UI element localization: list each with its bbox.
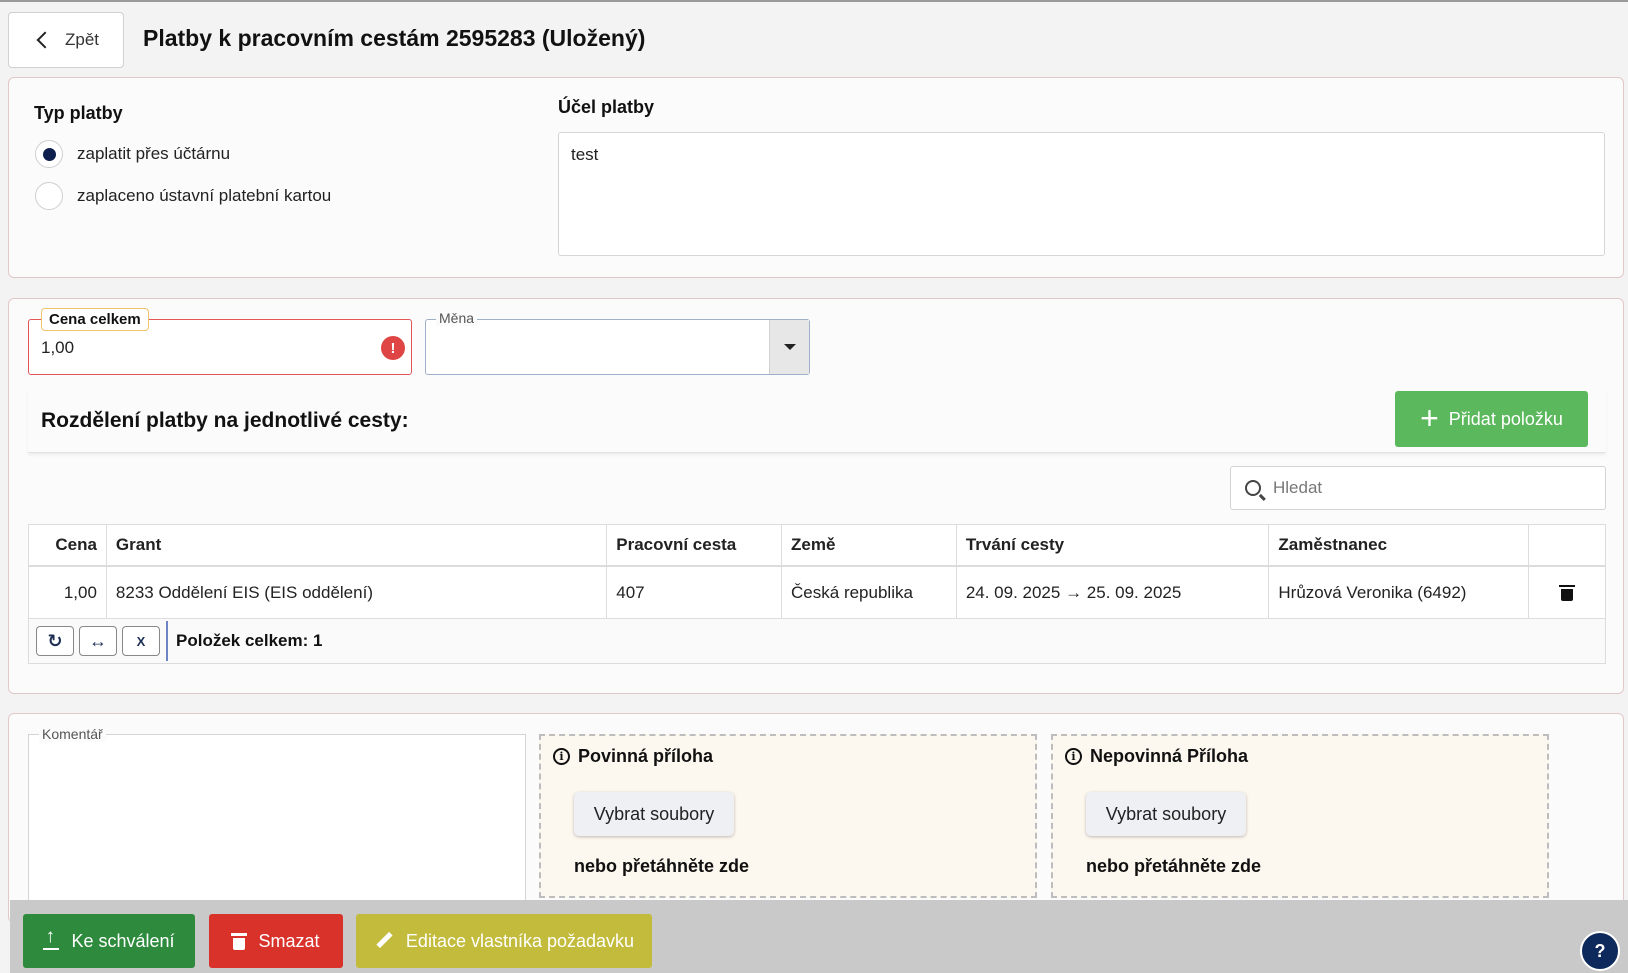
optional-attachment-title: Nepovinná Příloha [1090,746,1249,766]
table-row[interactable]: 1,00 8233 Oddělení EIS (EIS oddělení) 40… [29,567,1605,619]
cell-cesta: 407 [607,567,783,618]
cell-zamestnanec: Hrůzová Veronika (6492) [1269,567,1530,618]
cell-cena: 1,00 [29,567,107,618]
cell-grant: 8233 Oddělení EIS (EIS oddělení) [107,567,608,618]
price-value[interactable]: 1,00 [41,338,74,358]
footer-divider [166,621,168,661]
search-input[interactable]: Hledat [1230,466,1606,510]
info-icon: i [553,748,570,765]
col-header-actions [1529,525,1605,565]
purpose-label: Účel platby [558,97,655,117]
trash-icon[interactable] [1559,584,1576,601]
currency-dropdown-button[interactable] [769,320,809,374]
item-count: Položek celkem: 1 [176,631,323,650]
error-icon: ! [381,336,405,360]
split-header: Rozdělení platby na jednotlivé cesty: + … [28,391,1606,453]
currency-label: Měna [436,310,478,326]
table-header: Cena Grant Pracovní cesta Země Trvání ce… [29,525,1605,567]
required-attachment-dropzone[interactable]: i Povinná příloha Vybrat soubory nebo př… [539,734,1037,898]
select-files-button[interactable]: Vybrat soubory [1086,792,1246,836]
radio-label: zaplatit přes účtárnu [77,144,231,163]
submit-approval-button[interactable]: Ke schválení [23,914,195,968]
add-item-button[interactable]: + Přidat položku [1395,391,1588,447]
edit-owner-label: Editace vlastníka požadavku [405,930,635,951]
currency-select[interactable]: Měna [425,310,810,375]
select-files-button[interactable]: Vybrat soubory [574,792,734,836]
back-label: Zpět [65,30,100,49]
edit-owner-button[interactable]: Editace vlastníka požadavku [356,914,652,968]
excel-icon: X [136,633,146,649]
refresh-icon: ↻ [47,630,63,651]
drop-hint: nebo přetáhněte zde [574,856,750,876]
radio-button-selected[interactable] [35,140,63,168]
submit-approval-label: Ke schválení [71,930,175,951]
optional-attachment-header: i Nepovinná Příloha [1065,746,1248,767]
col-header-grant[interactable]: Grant [107,525,608,565]
top-border [0,0,1628,2]
info-icon: i [1065,748,1082,765]
col-header-cena[interactable]: Cena [29,525,107,565]
split-table: Cena Grant Pracovní cesta Země Trvání ce… [28,524,1606,664]
help-icon[interactable]: ? [1580,931,1620,971]
optional-attachment-dropzone[interactable]: i Nepovinná Příloha Vybrat soubory nebo … [1051,734,1549,898]
chevron-down-icon [783,344,796,350]
upload-icon [43,926,60,950]
refresh-button[interactable]: ↻ [36,626,74,656]
chevron-left-icon [36,31,54,49]
payment-info-card: Typ platby zaplatit přes účtárnu zaplace… [8,77,1624,278]
trash-icon [231,932,248,950]
drop-hint: nebo přetáhněte zde [1086,856,1262,876]
delete-button[interactable]: Smazat [209,914,343,968]
add-item-label: Přidat položku [1448,408,1563,429]
cell-zeme: Česká republika [782,567,957,618]
col-header-zeme[interactable]: Země [782,525,957,565]
purpose-textarea[interactable]: test [558,132,1605,256]
comment-textarea[interactable]: Komentář [28,726,526,914]
payment-type-label: Typ platby [34,103,123,123]
search-placeholder: Hledat [1273,478,1323,497]
radio-option-card[interactable]: zaplaceno ústavní platební kartou [35,182,331,210]
split-title: Rozdělení platby na jednotlivé cesty: [41,409,409,432]
page-title: Platby k pracovním cestám 2595283 (Ulože… [143,25,646,51]
radio-option-accounting[interactable]: zaplatit přes účtárnu [35,140,230,168]
radio-label: zaplaceno ústavní platební kartou [77,186,332,205]
pencil-icon [374,931,394,951]
comment-label: Komentář [39,726,106,742]
col-header-trvani[interactable]: Trvání cesty [957,525,1270,565]
radio-button[interactable] [35,182,63,210]
fit-columns-icon: ↔ [89,630,107,651]
excel-export-button[interactable]: X [122,626,160,656]
price-label: Cena celkem [41,308,149,331]
delete-label: Smazat [258,930,320,951]
comment-attachments-card: Komentář i Povinná příloha Vybrat soubor… [8,713,1624,923]
required-attachment-title: Povinná příloha [578,746,714,766]
table-footer: ↻ ↔ X Položek celkem: 1 [29,619,1605,663]
plus-icon: + [1420,399,1439,436]
col-header-cesta[interactable]: Pracovní cesta [607,525,783,565]
split-card: Cena celkem 1,00 ! Měna Rozdělení platby… [8,298,1624,694]
price-input[interactable]: Cena celkem 1,00 ! [28,308,412,375]
search-icon [1245,480,1261,496]
fit-columns-button[interactable]: ↔ [79,626,117,656]
back-button[interactable]: Zpět [8,12,124,68]
col-header-zamestnanec[interactable]: Zaměstnanec [1269,525,1530,565]
cell-actions [1529,567,1605,618]
cell-trvani: 24. 09. 2025 → 25. 09. 2025 [957,567,1270,618]
required-attachment-header: i Povinná příloha [553,746,713,767]
